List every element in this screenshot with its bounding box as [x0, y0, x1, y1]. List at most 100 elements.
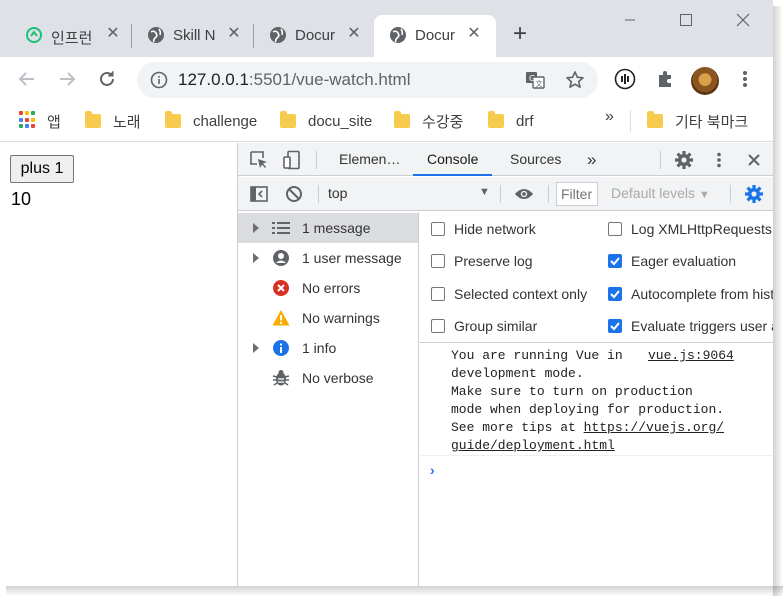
checkbox-box[interactable]	[431, 222, 445, 236]
log-levels-label: Default levels	[611, 185, 696, 201]
tab-skill[interactable]: Skill N ✕	[132, 15, 252, 57]
message-url-link-cont[interactable]: guide/deployment.html	[451, 437, 615, 455]
bookmark-folder-1[interactable]: 노래	[85, 110, 141, 132]
apps-grid-icon[interactable]	[19, 111, 37, 129]
checkbox-group-similar[interactable]: Group similar	[431, 316, 537, 336]
bookmark-star-icon[interactable]	[565, 70, 585, 90]
toolbar-separator	[500, 185, 501, 203]
message-source-link[interactable]: vue.js:9064	[648, 347, 734, 365]
folder-icon	[165, 111, 181, 128]
filter-input[interactable]	[556, 182, 598, 206]
user-icon	[272, 249, 290, 267]
sidebar-item-user-messages[interactable]: 1 user message	[238, 243, 418, 273]
extensions-puzzle-icon[interactable]	[654, 68, 676, 90]
new-tab-button[interactable]: +	[509, 22, 531, 46]
window-shadow	[6, 586, 783, 596]
checkbox-eager-evaluation[interactable]: Eager evaluation	[608, 251, 736, 271]
log-levels-dropdown[interactable]: Default levels ▼	[611, 185, 710, 201]
sidebar-item-info[interactable]: 1 info	[238, 333, 418, 363]
sidebar-item-warnings[interactable]: No warnings	[238, 303, 418, 333]
bookmarks-bar: 앱 노래 challenge docu_site 수강중 drf 기타 북마크	[0, 102, 773, 142]
forward-icon[interactable]	[56, 68, 78, 90]
message-text: See more tips at	[451, 420, 584, 435]
bookmark-folder-2[interactable]: challenge	[165, 110, 257, 132]
close-devtools-icon[interactable]	[744, 150, 764, 170]
counter-value: 10	[11, 189, 32, 209]
checkbox-hide-network[interactable]: Hide network	[431, 219, 536, 239]
media-extension-icon[interactable]	[614, 68, 636, 90]
sidebar-item-messages[interactable]: 1 message	[238, 213, 418, 243]
inspect-element-icon[interactable]	[249, 150, 269, 170]
bookmarks-separator	[630, 110, 631, 132]
console-settings-gear-icon[interactable]	[744, 184, 764, 204]
globe-icon	[147, 26, 165, 44]
expand-arrow-icon[interactable]	[253, 343, 259, 353]
checkbox-box[interactable]	[608, 222, 622, 236]
checkbox-box[interactable]	[431, 254, 445, 268]
svg-text:文: 文	[536, 79, 543, 88]
expand-arrow-icon[interactable]	[253, 223, 259, 233]
tab-sources[interactable]: Sources	[510, 143, 561, 176]
bookmark-apps[interactable]: 앱	[47, 110, 61, 132]
bookmark-folder-4[interactable]: 수강중	[394, 110, 463, 132]
checkbox-label: Selected context only	[454, 286, 588, 302]
bookmark-folder-5[interactable]: drf	[488, 110, 534, 132]
minimize-icon[interactable]	[620, 10, 640, 30]
close-icon[interactable]: ✕	[466, 26, 482, 42]
folder-icon	[488, 111, 504, 128]
close-icon[interactable]: ✕	[346, 26, 362, 42]
tab-docu-active[interactable]: Docur ✕	[374, 15, 496, 57]
sidebar-item-errors[interactable]: No errors	[238, 273, 418, 303]
plus-one-button[interactable]: plus 1	[10, 155, 74, 183]
message-url-link[interactable]: https://vuejs.org/	[584, 420, 724, 435]
checkbox-box[interactable]	[608, 319, 622, 333]
more-tabs-button[interactable]: »	[587, 143, 596, 176]
sidebar-item-label: No errors	[302, 280, 361, 296]
profile-avatar[interactable]	[691, 67, 719, 95]
bookmark-label: 수강중	[422, 113, 464, 131]
context-selector[interactable]: top	[328, 185, 347, 201]
sidebar-toggle-icon[interactable]	[249, 184, 269, 204]
checkbox-log-xhr[interactable]: Log XMLHttpRequests	[608, 219, 772, 239]
devtools-menu-icon[interactable]	[709, 150, 729, 170]
url-text[interactable]: 127.0.0.1:5501/vue-watch.html	[178, 70, 411, 90]
svg-text:G: G	[529, 74, 535, 83]
checkbox-box[interactable]	[608, 254, 622, 268]
chrome-menu-icon[interactable]	[734, 68, 756, 90]
clear-console-icon[interactable]	[284, 184, 304, 204]
bookmark-folder-3[interactable]: docu_site	[280, 110, 372, 132]
checkbox-autocomplete-history[interactable]: Autocomplete from history	[608, 284, 773, 304]
bookmark-other[interactable]: 기타 북마크	[647, 110, 748, 132]
tab-docu-1[interactable]: Docur ✕	[254, 15, 372, 57]
checkbox-box[interactable]	[431, 319, 445, 333]
folder-icon	[394, 111, 410, 128]
tab-inflearn[interactable]: 인프런 ✕	[10, 15, 130, 57]
eye-icon[interactable]	[514, 184, 534, 204]
checkbox-selected-context[interactable]: Selected context only	[431, 284, 587, 304]
back-icon[interactable]	[16, 68, 38, 90]
console-prompt[interactable]: ›	[430, 462, 435, 478]
dropdown-arrow-icon[interactable]: ▼	[479, 186, 490, 198]
window-close-icon[interactable]	[733, 10, 753, 30]
tab-console[interactable]: Console	[413, 143, 493, 176]
checkbox-label: Hide network	[454, 221, 536, 237]
maximize-icon[interactable]	[676, 10, 696, 30]
device-toolbar-icon[interactable]	[282, 150, 302, 170]
bookmarks-overflow-button[interactable]: »	[605, 108, 614, 126]
console-toolbar: top ▼ Default levels ▼	[238, 177, 773, 211]
checkbox-box[interactable]	[608, 287, 622, 301]
close-icon[interactable]: ✕	[226, 26, 242, 42]
address-bar[interactable]: 127.0.0.1:5501/vue-watch.html G文	[137, 62, 598, 98]
checkbox-evaluate-triggers[interactable]: Evaluate triggers user activation	[608, 316, 773, 336]
close-icon[interactable]: ✕	[105, 26, 121, 42]
checkbox-box[interactable]	[431, 287, 445, 301]
sidebar-item-verbose[interactable]: No verbose	[238, 363, 418, 393]
expand-arrow-icon[interactable]	[253, 253, 259, 263]
tab-elements[interactable]: Elemen…	[339, 143, 400, 176]
settings-gear-icon[interactable]	[674, 150, 694, 170]
site-info-icon[interactable]	[150, 71, 168, 89]
checkbox-preserve-log[interactable]: Preserve log	[431, 251, 533, 271]
bookmark-label: drf	[516, 112, 534, 130]
reload-icon[interactable]	[96, 68, 118, 90]
translate-icon[interactable]: G文	[525, 70, 545, 90]
